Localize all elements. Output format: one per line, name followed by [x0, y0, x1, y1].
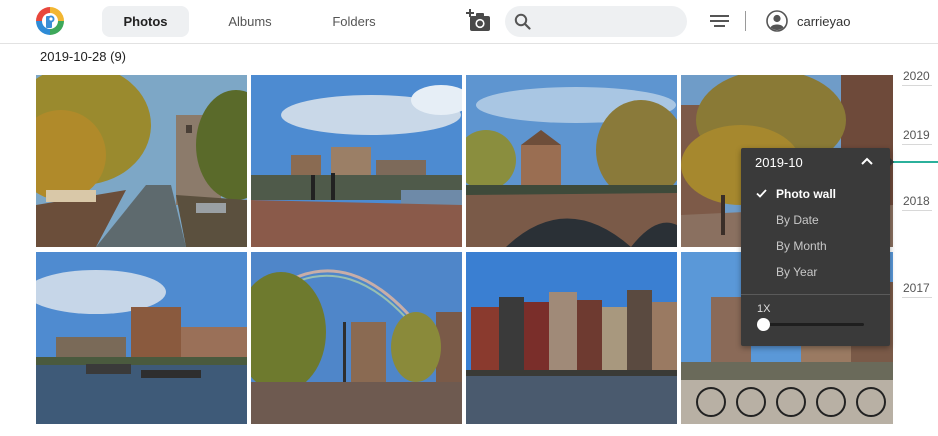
tab-albums[interactable]: Albums	[210, 6, 290, 37]
tab-photos[interactable]: Photos	[102, 6, 189, 37]
app-logo-icon[interactable]	[35, 6, 65, 36]
photo-thumbnail[interactable]	[466, 252, 677, 424]
photo-thumbnail[interactable]	[466, 75, 677, 247]
timeline-tick	[902, 297, 932, 298]
timeline-year-2018[interactable]: 2018	[903, 194, 930, 208]
timeline-year-2017[interactable]: 2017	[903, 281, 930, 295]
chevron-up-icon[interactable]	[861, 156, 873, 166]
menu-item-label: By Date	[776, 213, 819, 227]
photo-thumbnail[interactable]	[36, 75, 247, 247]
toolbar-divider	[745, 11, 746, 31]
menu-item-photo-wall[interactable]: Photo wall	[741, 183, 890, 205]
canal-autumn-trees-photo	[36, 75, 247, 247]
timeline-tick	[902, 144, 932, 145]
menu-item-label: By Month	[776, 239, 827, 253]
camera-plus-icon[interactable]	[466, 9, 492, 33]
panel-header[interactable]: 2019-10	[741, 148, 890, 176]
menu-item-label: Photo wall	[776, 187, 836, 201]
menu-item-by-year[interactable]: By Year	[741, 261, 890, 283]
photo-thumbnail[interactable]	[251, 252, 462, 424]
username[interactable]: carrieyao	[797, 14, 850, 29]
view-mode-panel: 2019-10 Photo wall By Date By Month By Y…	[741, 148, 890, 346]
timeline-tick	[902, 85, 932, 86]
panel-divider	[741, 294, 890, 295]
top-bar: Photos Albums Folders carrieyao	[0, 0, 938, 44]
canal-houses-reflection-photo	[466, 252, 677, 424]
menu-item-label: By Year	[776, 265, 818, 279]
bridge-cyclists-photo	[251, 75, 462, 247]
search-bar[interactable]	[505, 6, 687, 37]
zoom-slider-handle[interactable]	[757, 318, 770, 331]
photo-thumbnail[interactable]	[251, 75, 462, 247]
date-group-heading: 2019-10-28 (9)	[40, 49, 126, 64]
current-month-label: 2019-10	[755, 155, 803, 170]
filter-icon[interactable]	[710, 14, 730, 30]
timeline-year-2019[interactable]: 2019	[903, 128, 930, 142]
tab-folders[interactable]: Folders	[315, 6, 393, 37]
search-input[interactable]	[537, 11, 681, 32]
canal-boats-reflection-photo	[36, 252, 247, 424]
year-timeline[interactable]: 2020 2019 2018 2017	[893, 44, 938, 436]
search-icon	[514, 13, 531, 30]
rainbow-street-photo	[251, 252, 462, 424]
zoom-slider-track[interactable]	[763, 323, 864, 326]
menu-item-by-month[interactable]: By Month	[741, 235, 890, 257]
zoom-level-label: 1X	[757, 303, 771, 315]
timeline-year-2020[interactable]: 2020	[903, 69, 930, 83]
timeline-tick	[902, 210, 932, 211]
check-icon	[756, 189, 767, 198]
arched-bridge-photo	[466, 75, 677, 247]
photo-thumbnail[interactable]	[36, 252, 247, 424]
user-circle-icon[interactable]	[766, 10, 788, 32]
menu-item-by-date[interactable]: By Date	[741, 209, 890, 231]
timeline-position-marker	[893, 161, 938, 163]
